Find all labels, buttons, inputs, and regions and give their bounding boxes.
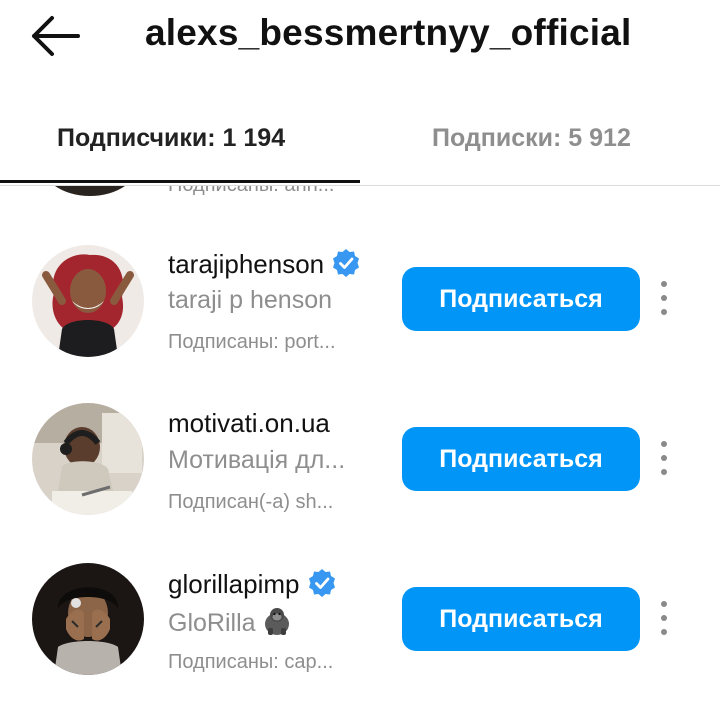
more-options-button[interactable] [652,281,676,317]
avatar[interactable] [32,245,144,357]
active-tab-indicator [0,180,360,183]
follow-button[interactable]: Подписаться [402,427,640,491]
arrow-left-icon [32,16,80,56]
follow-button[interactable]: Подписаться [402,267,640,331]
avatar[interactable] [40,186,140,196]
username-row[interactable]: tarajiphenson [168,248,361,280]
mutual-followers-text: Подписаны: ann... [168,186,334,197]
top-bar: alexs_bessmertnyy_official [0,0,720,72]
username[interactable]: motivati.on.ua [168,408,330,439]
full-name: taraji p henson [168,286,333,314]
full-name: Мотивація дл... [168,446,346,474]
username[interactable]: glorillapimp [168,569,300,599]
mutual-followers-text: Подписаны: cap... [168,651,334,673]
back-button[interactable] [30,14,84,58]
username[interactable]: tarajiphenson [168,249,324,279]
more-options-button[interactable] [652,601,676,637]
tab-following[interactable]: Подписки: 5 912 [432,124,631,153]
list-item[interactable]: glorillapimp GloRilla Подписаны: cap... … [0,551,720,691]
verified-badge-icon [333,249,360,277]
username-row[interactable]: glorillapimp [168,568,337,600]
follow-button[interactable]: Подписаться [402,587,640,651]
gorilla-emoji-icon [264,608,289,635]
follow-tabs: Подписчики: 1 194 Подписки: 5 912 [0,100,720,186]
profile-username-title: alexs_bessmertnyy_official [145,12,632,53]
full-name: GloRilla [168,609,256,637]
list-item[interactable]: motivati.on.ua Мотивація дл... Подписан(… [0,391,720,531]
mutual-followers-text: Подписаны: port... [168,331,336,353]
mutual-followers-text: Подписан(-а) sh... [168,491,334,513]
avatar[interactable] [32,403,144,515]
more-options-button[interactable] [652,441,676,477]
full-name-row: GloRilla [168,606,292,638]
tab-followers[interactable]: Подписчики: 1 194 [57,124,285,153]
avatar[interactable] [32,563,144,675]
list-item[interactable]: tarajiphenson taraji p henson Подписаны:… [0,231,720,371]
followers-list[interactable]: Подписаны: ann... tarajiphenson taraji p… [0,186,720,720]
verified-badge-icon [308,569,335,597]
